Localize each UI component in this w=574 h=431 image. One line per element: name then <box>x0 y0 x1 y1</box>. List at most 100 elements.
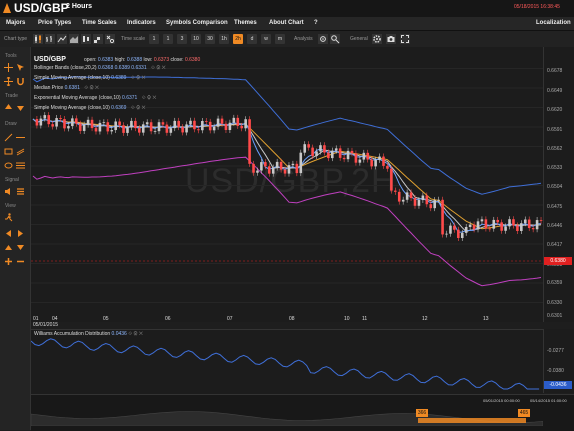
indicator-row[interactable]: Exponential Moving Average (close,10) 0.… <box>34 95 156 101</box>
menu-price-types[interactable]: Price Types <box>38 20 71 26</box>
indicator-tools[interactable]: ⟐ ⚙ ✕ <box>131 105 146 111</box>
subchart-tools[interactable]: ⟐ ⚙ ✕ <box>128 331 143 337</box>
pan-icon[interactable] <box>4 77 13 86</box>
channel-icon[interactable] <box>16 147 25 156</box>
indicator-row[interactable]: Simple Moving Average (close,10) 0.6369 … <box>34 105 145 111</box>
menu-indicators[interactable]: Indicators <box>127 20 156 26</box>
rectangle-icon[interactable] <box>4 147 13 156</box>
menu-themes[interactable]: Themes <box>234 20 257 26</box>
point-figure-icon[interactable] <box>105 34 115 44</box>
time-scale-10[interactable]: 10 <box>191 34 201 44</box>
candle-body <box>59 118 62 120</box>
candle-body <box>460 232 464 238</box>
time-scale-month[interactable]: m <box>275 34 285 44</box>
time-axis[interactable]: 01 04 05 06 07 08 10 11 12 13 05/01/2015 <box>31 314 543 328</box>
area-chart-icon[interactable] <box>69 34 79 44</box>
indicator-row[interactable]: Median Price 0.6381 ⟐ ⚙ ✕ <box>34 85 99 91</box>
pointer-icon[interactable] <box>16 63 25 72</box>
arrow-right-icon[interactable] <box>16 229 25 238</box>
candle-body <box>484 219 488 229</box>
indicator-value: 0.6389 <box>111 75 127 81</box>
candlestick-chart-icon[interactable] <box>33 34 43 44</box>
time-scale-2h[interactable]: 2h <box>233 34 243 44</box>
indicator-label: Simple Moving Average (close,10) <box>34 75 110 81</box>
navigator-end-handle[interactable]: 465 <box>518 409 530 417</box>
buy-icon[interactable] <box>4 103 13 112</box>
menu-time-scales[interactable]: Time Scales <box>82 20 117 26</box>
time-scale-day[interactable]: d <box>247 34 257 44</box>
crosshair-icon[interactable] <box>4 63 13 72</box>
time-scale-1min[interactable]: 1 <box>149 34 159 44</box>
candle-body <box>220 118 224 124</box>
candle-body <box>508 219 511 227</box>
candle-body <box>153 131 157 132</box>
candle-body <box>267 166 271 174</box>
indicator-tools[interactable]: ⟐ ⚙ ✕ <box>151 65 166 71</box>
sell-icon[interactable] <box>16 103 25 112</box>
menu-localization[interactable]: Localization <box>536 20 571 26</box>
price-axis[interactable]: 0.6678 0.6649 0.6620 0.6591 0.6562 0.653… <box>543 47 574 322</box>
runner-icon[interactable] <box>4 213 13 222</box>
open-label: open: <box>84 57 97 63</box>
candle-body <box>224 123 228 130</box>
chart-symbol-title: USD/GBP <box>34 56 66 63</box>
zoom-icon[interactable] <box>330 34 340 44</box>
bar-chart-icon[interactable] <box>45 34 55 44</box>
renko-icon[interactable] <box>93 34 103 44</box>
menu-majors[interactable]: Majors <box>6 20 25 26</box>
line-chart-icon[interactable] <box>57 34 67 44</box>
ellipse-icon[interactable] <box>4 161 13 170</box>
time-scale-week[interactable]: w <box>261 34 271 44</box>
menu-about-chart[interactable]: About Chart <box>269 20 304 26</box>
indicator-row[interactable]: Bollinger Bands (close,20,2) 0.6368 0.63… <box>34 65 166 71</box>
candle-body <box>401 199 405 202</box>
candle-body <box>39 118 43 126</box>
indicator-tools[interactable]: ⟐ ⚙ ✕ <box>84 85 99 91</box>
candle-body <box>397 191 401 202</box>
magnet-icon[interactable] <box>16 77 25 86</box>
arrow-down-icon[interactable] <box>16 243 25 252</box>
candle-body <box>244 119 247 129</box>
candle-body <box>279 161 283 170</box>
horizontal-line-icon[interactable] <box>16 133 25 142</box>
price-chart-plot[interactable] <box>31 47 543 322</box>
candle-body <box>334 148 338 151</box>
candle-body <box>264 162 267 167</box>
arrow-left-icon[interactable] <box>4 229 13 238</box>
candle-body <box>468 224 472 227</box>
trendline-icon[interactable] <box>4 133 13 142</box>
zoom-in-icon[interactable] <box>4 257 13 266</box>
camera-icon[interactable] <box>386 34 396 44</box>
navigator-start-handle[interactable]: 366 <box>416 409 428 417</box>
arrow-up-icon[interactable] <box>4 243 13 252</box>
indicator-tools[interactable]: ⟐ ⚙ ✕ <box>131 75 146 81</box>
candle-body <box>197 129 200 131</box>
navigator-selected-range[interactable] <box>418 418 526 423</box>
candle-body <box>307 144 310 148</box>
analysis-settings-icon[interactable] <box>318 34 328 44</box>
time-scale-3[interactable]: 3 <box>177 34 187 44</box>
candle-body <box>409 192 413 199</box>
menu-help[interactable]: ? <box>314 20 318 26</box>
candle-body <box>492 219 496 229</box>
candle-body <box>425 195 429 205</box>
williams-ad-plot[interactable] <box>31 329 543 393</box>
gear-icon[interactable] <box>372 34 382 44</box>
candle-body <box>283 169 287 174</box>
time-scale-1h[interactable]: 1h <box>219 34 229 44</box>
time-scale-1[interactable]: 1 <box>163 34 173 44</box>
zoom-out-icon[interactable] <box>16 257 25 266</box>
candle-body <box>275 161 279 168</box>
indicator-tools[interactable]: ⟐ ⚙ ✕ <box>142 95 157 101</box>
datetime-label: 05/18/2015 16:38:45 <box>514 4 560 10</box>
heikin-ashi-icon[interactable] <box>81 34 91 44</box>
indicator-row[interactable]: Simple Moving Average (close,10) 0.6389 … <box>34 75 145 81</box>
speaker-icon[interactable] <box>4 187 13 196</box>
fibonacci-icon[interactable] <box>16 161 25 170</box>
analysis-label: Analysis <box>294 36 313 42</box>
fullscreen-icon[interactable] <box>400 34 410 44</box>
tools-sidebar: Tools Trade Draw Signal View <box>0 47 31 430</box>
time-scale-30[interactable]: 30 <box>205 34 215 44</box>
menu-symbols-comparison[interactable]: Symbols Comparison <box>166 20 228 26</box>
menu-lines-icon[interactable] <box>16 187 25 196</box>
